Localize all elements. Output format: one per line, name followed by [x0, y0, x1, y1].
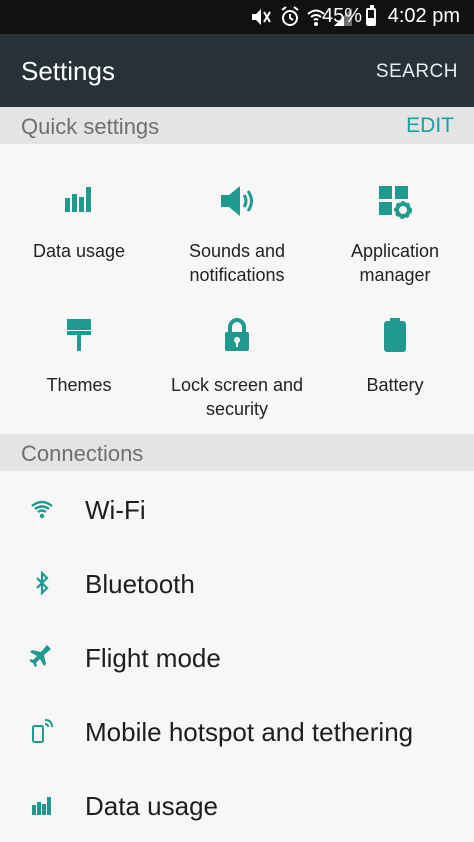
quick-setting-label: Sounds and	[188, 241, 286, 261]
app-bar: Settings SEARCH	[0, 34, 474, 107]
quick-setting-label: Application	[350, 241, 440, 261]
quick-setting-label-2: manager	[359, 265, 431, 285]
battery-icon	[366, 5, 376, 26]
data-usage-icon	[65, 187, 91, 212]
list-item-wifi[interactable]: Wi-Fi	[0, 473, 474, 547]
speaker-icon	[221, 186, 253, 216]
mute-icon	[252, 9, 271, 25]
quick-settings-grid: Data usage Sounds and notifications Appl…	[0, 144, 474, 434]
quick-setting-label: Themes	[46, 375, 112, 395]
quick-settings-header: Quick settings EDIT	[0, 107, 474, 144]
list-item-bluetooth[interactable]: Bluetooth	[0, 547, 474, 621]
quick-setting-label-2: notifications	[189, 265, 285, 285]
quick-setting-data-usage[interactable]: Data usage	[0, 184, 158, 263]
connections-title: Connections	[21, 441, 144, 466]
battery-icon	[384, 318, 406, 352]
clock: 4:02 pm	[387, 5, 460, 27]
quick-setting-battery[interactable]: Battery	[316, 317, 474, 397]
list-item-label: Mobile hotspot and tethering	[85, 717, 414, 747]
status-bar: 45% 4:02 pm	[0, 0, 474, 34]
list-item-label: Bluetooth	[85, 569, 195, 599]
quick-setting-themes[interactable]: Themes	[0, 317, 158, 397]
list-item-label: Data usage	[85, 791, 218, 821]
alarm-icon	[281, 6, 299, 26]
quick-settings-title: Quick settings	[21, 114, 160, 139]
paint-roller-icon	[67, 319, 91, 351]
data-usage-icon	[32, 797, 51, 815]
page-title: Settings	[21, 56, 115, 86]
quick-setting-label-2: security	[205, 399, 268, 419]
airplane-icon	[30, 645, 51, 667]
list-item-flight-mode[interactable]: Flight mode	[0, 621, 474, 695]
hotspot-icon	[32, 719, 53, 743]
bluetooth-icon	[36, 571, 49, 595]
battery-percent: 45%	[322, 5, 363, 27]
quick-setting-label: Battery	[366, 375, 424, 395]
quick-setting-label: Lock screen and	[170, 375, 304, 395]
quick-setting-sounds[interactable]: Sounds and notifications	[158, 184, 316, 287]
connections-header: Connections	[0, 434, 474, 471]
quick-setting-label: Data usage	[32, 241, 126, 261]
list-item-data-usage[interactable]: Data usage	[0, 769, 474, 842]
wifi-icon	[31, 500, 53, 519]
quick-setting-lock-screen[interactable]: Lock screen and security	[158, 317, 316, 421]
list-item-label: Wi-Fi	[85, 495, 146, 525]
search-button[interactable]: SEARCH	[376, 61, 458, 83]
list-item-label: Flight mode	[85, 643, 221, 673]
lock-icon	[225, 318, 249, 351]
quick-setting-app-manager[interactable]: Application manager	[316, 184, 474, 287]
list-item-mobile-hotspot[interactable]: Mobile hotspot and tethering	[0, 695, 474, 769]
app-manager-icon	[379, 186, 412, 219]
edit-button[interactable]: EDIT	[406, 114, 454, 138]
